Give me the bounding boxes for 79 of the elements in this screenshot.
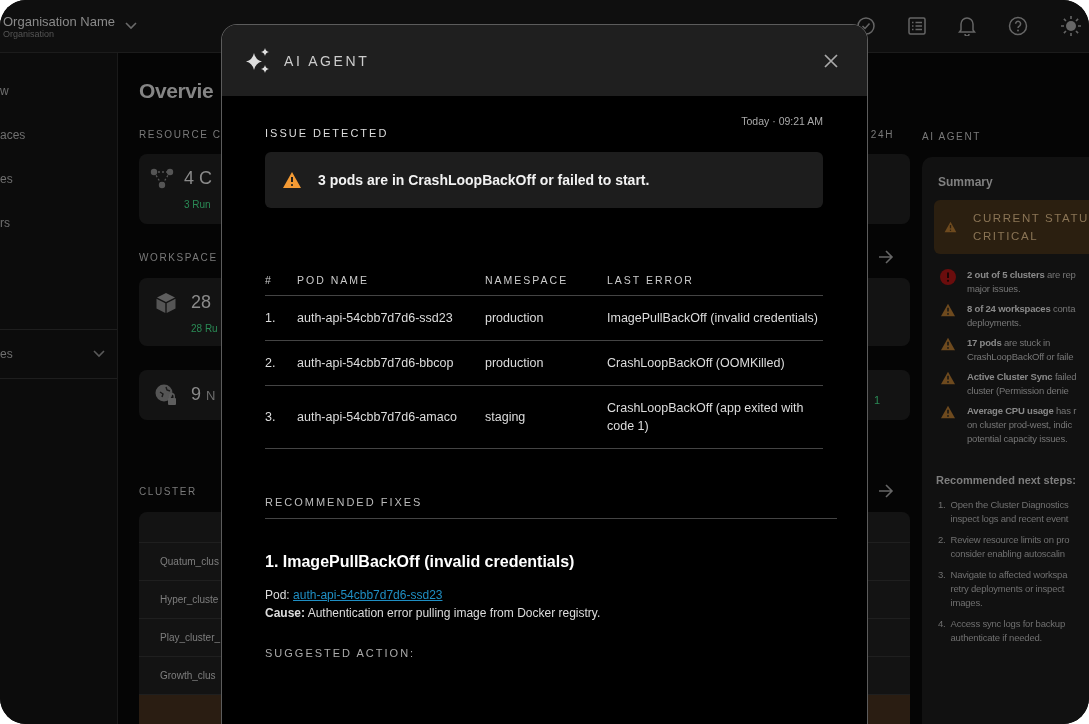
column-header: NAMESPACE	[485, 274, 607, 296]
warning-icon	[940, 405, 956, 419]
step-text: Access sync logs for backup authenticate if needed.	[950, 617, 1065, 645]
status-value: CRITICAL	[973, 229, 1040, 244]
timestamp: Today · 09:21 AM	[741, 115, 823, 127]
close-icon[interactable]	[824, 53, 838, 68]
table-cell: CrashLoopBackOff (OOMKilled)	[607, 340, 823, 386]
table-cell: 3.	[265, 385, 297, 449]
card-value: 28	[191, 292, 213, 313]
chevron-down-icon[interactable]	[125, 22, 137, 30]
finding-text: Average CPU usage has r on cluster prod-west, indic potential capacity issues.	[967, 404, 1077, 446]
section-heading: RESOURCE C	[139, 129, 222, 140]
sun-icon[interactable]	[1060, 15, 1082, 37]
summary-title: Summary	[938, 175, 994, 189]
next-steps-title: Recommended next steps:	[936, 474, 1077, 486]
table-cell: production	[485, 295, 607, 341]
issue-message: 3 pods are in CrashLoopBackOff or failed to start.	[318, 172, 650, 188]
step-text: Open the Cluster Diagnostics inspect logs and recent event	[950, 498, 1069, 526]
warning-icon	[940, 337, 956, 351]
table-cell: staging	[485, 385, 607, 449]
finding-text: 2 out of 5 clusters are rep major issues.	[967, 268, 1076, 296]
period-label: 24H	[870, 129, 894, 140]
step-text: Navigate to affected workspa retry deployments or inspect images.	[950, 568, 1068, 610]
organisation-subtitle: Organisation	[3, 28, 55, 39]
list-icon[interactable]	[908, 17, 926, 35]
finding-text: 17 pods are stuck in CrashLoopBackOff or faile	[967, 336, 1074, 364]
column-header: POD NAME	[297, 274, 485, 296]
column-header: LAST ERROR	[607, 274, 823, 296]
warning-icon	[940, 371, 956, 385]
table-cell: auth-api-54cbb7d7d6-bbcop	[297, 340, 485, 386]
cube-icon	[155, 292, 177, 314]
sidebar-item[interactable]: aces	[0, 113, 117, 157]
arrow-right-icon[interactable]	[878, 484, 894, 498]
card-value: 4 C	[184, 168, 212, 189]
arrow-right-icon[interactable]	[878, 250, 894, 264]
section-heading: SUGGESTED ACTION:	[265, 647, 417, 659]
fix-title: 1. ImagePullBackOff (invalid credentials)	[265, 553, 576, 571]
section-heading: CLUSTER	[139, 485, 197, 497]
section-heading: AI AGENT	[922, 131, 982, 142]
table-cell: CrashLoopBackOff (app exited with code 1)	[607, 385, 823, 449]
sidebar-group[interactable]: es	[0, 330, 117, 379]
cause-text: Cause: Authentication error pulling image from Docker registry.	[265, 605, 602, 622]
step-number: 4.	[938, 617, 946, 631]
step-text: Review resource limits on pro consider enabling autoscalin	[950, 533, 1070, 561]
table-cell: auth-api-54cbb7d7d6-amaco	[297, 385, 485, 449]
sidebar-item[interactable]: w	[0, 69, 117, 113]
table-cell: production	[485, 340, 607, 386]
network-icon	[150, 168, 174, 190]
section-heading: ISSUE DETECTED	[265, 127, 390, 139]
card-status: 3 Run	[184, 199, 212, 210]
table-cell: 1.	[265, 295, 297, 341]
card-value: 9 N	[191, 384, 216, 405]
step-number: 3.	[938, 568, 946, 582]
warning-icon	[940, 303, 956, 317]
card-status: 1	[873, 394, 880, 406]
section-heading: RECOMMENDED FIXES	[265, 496, 837, 519]
finding-text: 8 of 24 workspaces conta deployments.	[967, 302, 1076, 330]
globe-lock-icon	[155, 384, 177, 406]
sidebar-item[interactable]: es	[0, 157, 117, 201]
dialog-title: AI AGENT	[284, 52, 371, 69]
warning-icon	[282, 171, 302, 189]
column-header: #	[265, 274, 297, 296]
error-icon	[940, 269, 956, 285]
finding-text: Active Cluster Sync failed cluster (Permission denie	[967, 370, 1077, 398]
step-number: 2.	[938, 533, 946, 547]
bell-icon[interactable]	[958, 16, 976, 36]
table-cell: ImagePullBackOff (invalid credentials)	[607, 295, 823, 341]
card-status: 28 Ru	[191, 323, 218, 334]
table-cell: auth-api-54cbb7d7d6-ssd23	[297, 295, 485, 341]
sidebar-item[interactable]: rs	[0, 201, 117, 245]
step-number: 1.	[938, 498, 946, 512]
help-icon[interactable]	[1008, 16, 1028, 36]
section-heading: WORKSPACE	[139, 251, 218, 263]
page-title: Overvie	[139, 79, 215, 103]
status-label: CURRENT STATU	[973, 211, 1089, 226]
organisation-name: Organisation Name	[3, 13, 115, 29]
table-cell: 2.	[265, 340, 297, 386]
pod-line: Pod: auth-api-54cbb7d7d6-ssd23	[265, 587, 444, 604]
pod-link[interactable]: auth-api-54cbb7d7d6-ssd23	[293, 588, 443, 602]
